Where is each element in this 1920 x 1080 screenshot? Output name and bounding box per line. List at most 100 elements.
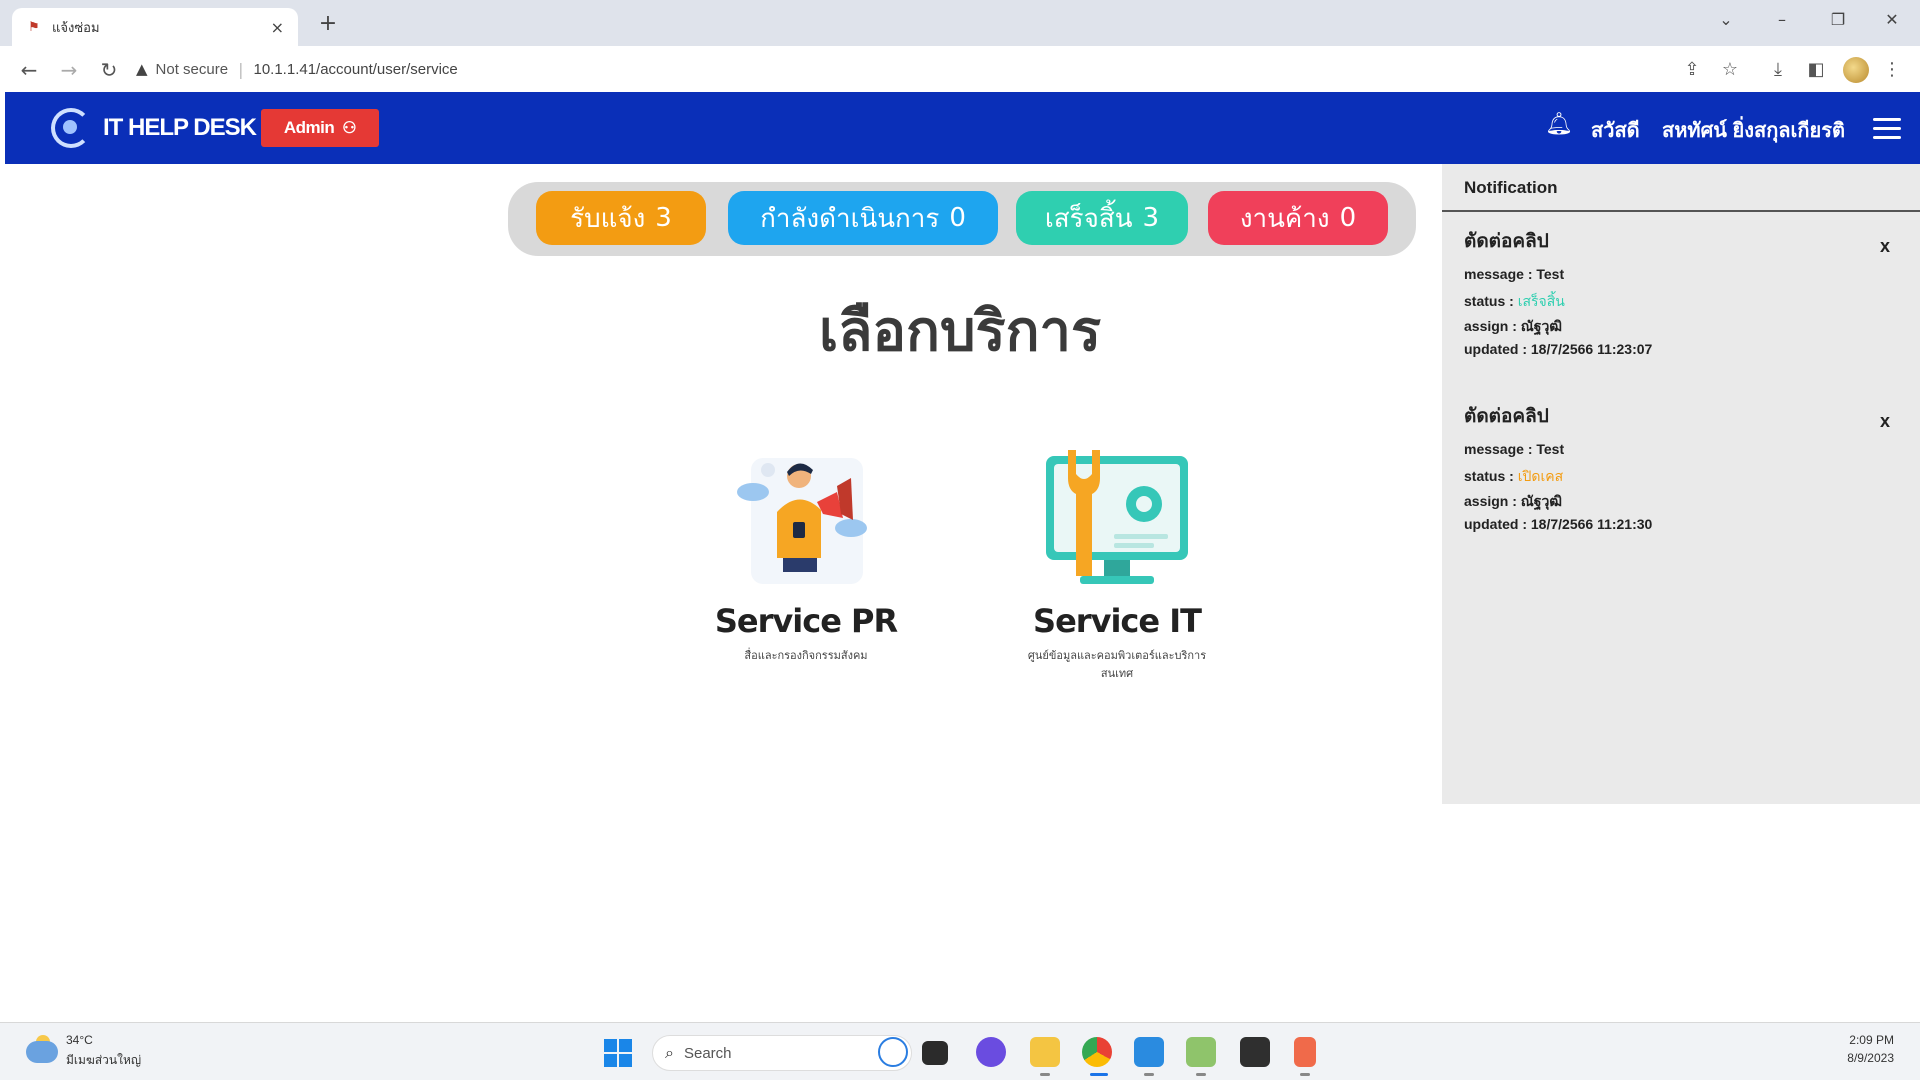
address-bar: ← → ↻ ▲ Not secure | 10.1.1.41/account/u… xyxy=(0,46,1920,92)
assign-label: assign : xyxy=(1464,493,1517,509)
back-icon[interactable]: ← xyxy=(16,57,42,83)
profile-avatar[interactable] xyxy=(1843,57,1869,83)
notification-assign: assign : ณัฐวุฒิ xyxy=(1464,491,1894,516)
status-pill-received[interactable]: รับแจ้ง 3 xyxy=(536,191,706,245)
snipping-tool-icon[interactable] xyxy=(1294,1037,1316,1067)
weather-temperature: 34°C xyxy=(66,1033,93,1047)
file-explorer-icon[interactable] xyxy=(1030,1037,1060,1067)
notification-message: message : Test xyxy=(1464,441,1894,466)
close-icon[interactable]: x xyxy=(1880,411,1890,432)
wrench-gear-monitor-icon[interactable] xyxy=(1044,448,1190,596)
hamburger-menu-icon[interactable] xyxy=(1873,118,1901,140)
url-field[interactable]: ▲ Not secure | 10.1.1.41/account/user/se… xyxy=(136,54,1696,84)
message-value: Test xyxy=(1536,441,1565,457)
new-tab-button[interactable]: + xyxy=(316,12,340,36)
running-indicator xyxy=(1040,1073,1050,1076)
task-view-icon[interactable] xyxy=(922,1041,948,1065)
user-icon: ⚇ xyxy=(342,120,357,137)
status-pill-in-progress[interactable]: กำลังดำเนินการ 0 xyxy=(728,191,998,245)
app-navbar: IT HELP DESK Admin ⚇ 🔔︎ สวัสดี สหทัศน์ ย… xyxy=(5,92,1920,164)
updated-value: 18/7/2566 11:23:07 xyxy=(1530,341,1653,357)
browser-tab-bar: ⚑ แจ้งซ่อม × + ⌄ – ❐ ✕ xyxy=(0,0,1920,46)
brand-title[interactable]: IT HELP DESK xyxy=(103,114,257,142)
forward-icon[interactable]: → xyxy=(56,57,82,83)
pill-label: เสร็จสิ้น xyxy=(1044,203,1133,234)
status-value: เสร็จสิ้น xyxy=(1517,293,1565,309)
minimize-icon[interactable]: – xyxy=(1768,10,1796,29)
notification-item[interactable]: ตัดต่อคลิป x message : Test status : เปิ… xyxy=(1464,401,1894,541)
browser-tab[interactable]: ⚑ แจ้งซ่อม × xyxy=(12,8,298,46)
pill-count: 3 xyxy=(655,203,672,233)
search-icon: ⌕ xyxy=(665,1043,674,1062)
url-separator: | xyxy=(238,59,244,79)
clock-date[interactable]: 8/9/2023 xyxy=(1847,1051,1894,1065)
service-it-card[interactable]: Service IT ศูนย์ข้อมูลและคอมพิวเตอร์และบ… xyxy=(1017,448,1217,682)
pill-label: กำลังดำเนินการ xyxy=(760,203,940,234)
message-label: message : xyxy=(1464,441,1533,457)
user-name[interactable]: สหทัศน์ ยิ่งสกุลเกียรติ xyxy=(1662,114,1845,146)
status-pill-pending[interactable]: งานค้าง 0 xyxy=(1208,191,1388,245)
admin-button[interactable]: Admin ⚇ xyxy=(261,109,379,147)
remote-desktop-icon[interactable] xyxy=(1186,1037,1216,1067)
side-panel-icon[interactable]: ◧ xyxy=(1804,58,1828,82)
vscode-icon[interactable] xyxy=(1134,1037,1164,1067)
tab-search-chevron-icon[interactable]: ⌄ xyxy=(1712,10,1740,29)
message-value: Test xyxy=(1536,266,1565,282)
notification-header: Notification xyxy=(1442,164,1920,212)
pill-label: รับแจ้ง xyxy=(570,203,646,234)
notification-assign: assign : ณัฐวุฒิ xyxy=(1464,316,1894,341)
clock-time[interactable]: 2:09 PM xyxy=(1849,1033,1894,1047)
service-it-description: ศูนย์ข้อมูลและคอมพิวเตอร์และบริการสนเทศ xyxy=(1027,649,1207,680)
tab-close-icon[interactable]: × xyxy=(271,18,284,37)
bing-icon[interactable] xyxy=(878,1037,908,1067)
notification-panel: Notification ตัดต่อคลิป x message : Test… xyxy=(1442,164,1920,804)
chrome-icon[interactable] xyxy=(1082,1037,1112,1067)
message-label: message : xyxy=(1464,266,1533,282)
notification-message: message : Test xyxy=(1464,266,1894,291)
notification-item[interactable]: ตัดต่อคลิป x message : Test status : เสร… xyxy=(1464,226,1894,366)
warning-icon: ▲ xyxy=(136,60,148,78)
url-text: 10.1.1.41/account/user/service xyxy=(253,60,458,78)
running-indicator xyxy=(1300,1073,1310,1076)
notification-title: ตัดต่อคลิป xyxy=(1464,230,1549,252)
chat-icon[interactable] xyxy=(976,1037,1006,1067)
page-title: เลือกบริการ xyxy=(818,299,1102,364)
notification-updated: updated : 18/7/2566 11:21:30 xyxy=(1464,516,1894,541)
bell-icon[interactable]: 🔔︎ xyxy=(1545,112,1573,142)
status-label: status : xyxy=(1464,293,1514,309)
bookmark-star-icon[interactable]: ☆ xyxy=(1718,58,1742,82)
search-placeholder: Search xyxy=(683,1044,732,1062)
service-it-name: Service IT xyxy=(1033,602,1202,640)
service-pr-name: Service PR xyxy=(714,602,898,640)
pill-count: 3 xyxy=(1142,203,1160,233)
running-indicator xyxy=(1196,1073,1206,1076)
running-indicator xyxy=(1144,1073,1154,1076)
active-indicator xyxy=(1090,1073,1108,1076)
notification-title: ตัดต่อคลิป xyxy=(1464,405,1549,427)
menu-kebab-icon[interactable]: ⋮ xyxy=(1880,58,1904,82)
assign-label: assign : xyxy=(1464,318,1517,334)
admin-label: Admin xyxy=(283,118,335,137)
windows-start-icon[interactable] xyxy=(604,1039,632,1067)
status-summary-bar: รับแจ้ง 3 กำลังดำเนินการ 0 เสร็จสิ้น 3 ง… xyxy=(508,182,1416,256)
windows-taskbar: 34°C มีเมฆส่วนใหญ่ ⌕ Search 2:09 PM 8/9/… xyxy=(0,1022,1920,1080)
notification-status: status : เสร็จสิ้น xyxy=(1464,291,1894,316)
service-pr-card[interactable]: Service PR สื่อและกรองกิจกรรมสังคม xyxy=(706,448,906,664)
restore-icon[interactable]: ❐ xyxy=(1824,10,1852,29)
terminal-icon[interactable] xyxy=(1240,1037,1270,1067)
pill-count: 0 xyxy=(949,203,966,233)
close-window-icon[interactable]: ✕ xyxy=(1878,10,1906,29)
status-value: เปิดเคส xyxy=(1517,468,1564,484)
status-pill-done[interactable]: เสร็จสิ้น 3 xyxy=(1016,191,1188,245)
megaphone-person-icon[interactable] xyxy=(733,448,879,596)
share-icon[interactable]: ⇪ xyxy=(1680,58,1704,82)
reload-icon[interactable]: ↻ xyxy=(96,57,122,83)
weather-cloud-icon[interactable] xyxy=(26,1041,58,1063)
download-icon[interactable]: ⤓ xyxy=(1766,58,1790,82)
updated-value: 18/7/2566 11:21:30 xyxy=(1530,516,1653,532)
taskbar-search-input[interactable]: ⌕ Search xyxy=(652,1035,912,1071)
assign-value: ณัฐวุฒิ xyxy=(1520,318,1563,334)
service-pr-description: สื่อและกรองกิจกรรมสังคม xyxy=(744,649,868,662)
close-icon[interactable]: x xyxy=(1880,236,1890,257)
weather-description: มีเมฆส่วนใหญ่ xyxy=(66,1053,142,1067)
